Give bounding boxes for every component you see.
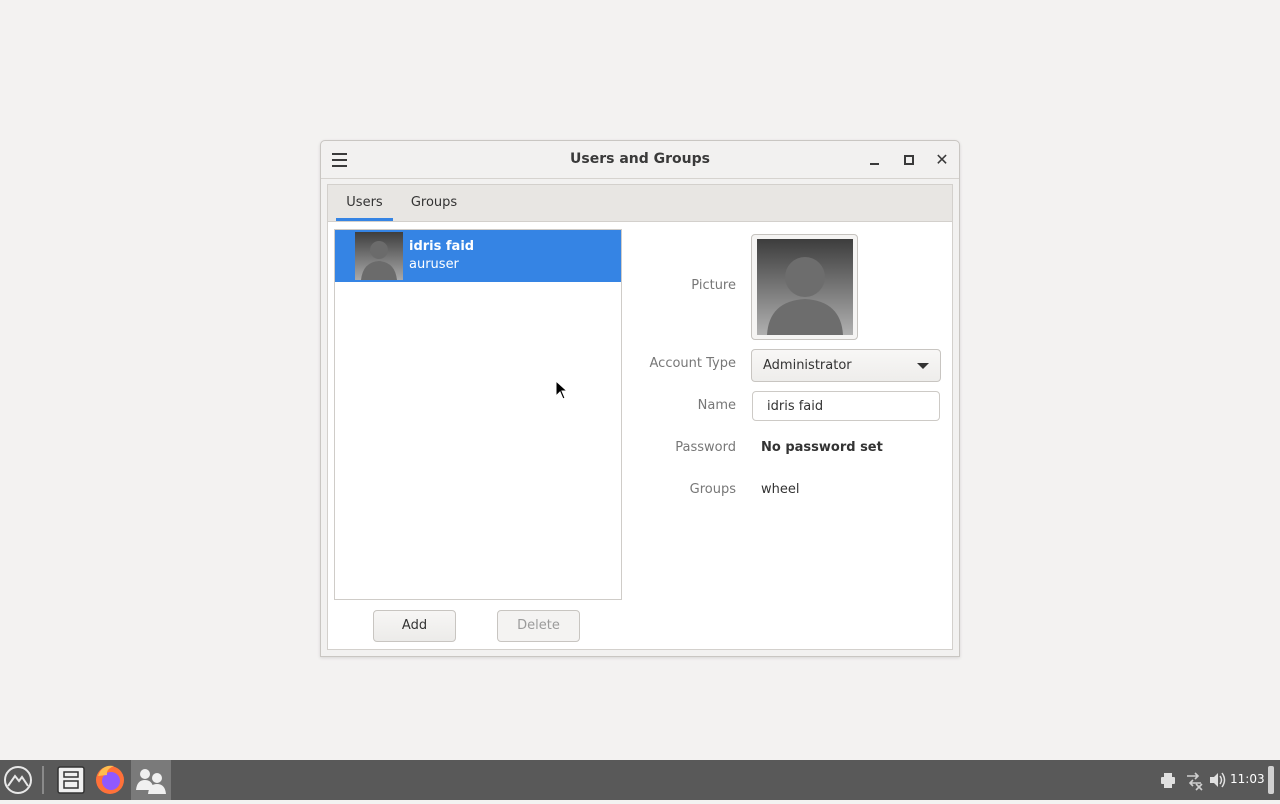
avatar — [355, 232, 403, 280]
printer-icon[interactable] — [1158, 760, 1178, 800]
picture-button[interactable] — [751, 234, 858, 340]
clock[interactable]: 11:03 — [1230, 772, 1265, 786]
picture-label: Picture — [691, 278, 736, 293]
account-type-label: Account Type — [649, 356, 736, 371]
mouse-pointer-icon — [555, 380, 569, 400]
taskbar-separator — [42, 766, 44, 794]
user-full-name: idris faid — [409, 239, 475, 254]
firefox-icon[interactable] — [92, 760, 128, 800]
user-login-name: auruser — [409, 257, 459, 272]
tab-bar: Users Groups — [328, 185, 952, 222]
main-content: Users Groups idris faid auruser Add Dele… — [327, 184, 953, 650]
dropdown-arrow-icon — [917, 363, 929, 369]
close-icon[interactable]: ✕ — [932, 150, 952, 170]
name-label: Name — [697, 398, 736, 413]
password-value[interactable]: No password set — [761, 440, 883, 455]
volume-icon[interactable] — [1207, 760, 1227, 800]
tab-groups[interactable]: Groups — [406, 185, 462, 221]
groups-value[interactable]: wheel — [761, 482, 799, 497]
groups-label: Groups — [689, 482, 736, 497]
files-icon[interactable] — [53, 760, 89, 800]
window-title: Users and Groups — [570, 151, 710, 167]
name-field[interactable] — [752, 391, 940, 421]
account-type-value: Administrator — [763, 358, 852, 373]
start-menu-icon[interactable] — [2, 760, 34, 800]
add-user-button[interactable]: Add — [373, 610, 456, 642]
show-desktop-button[interactable] — [1268, 766, 1274, 794]
maximize-icon[interactable] — [899, 150, 919, 170]
titlebar: Users and Groups ✕ — [321, 141, 959, 179]
network-icon[interactable] — [1184, 760, 1204, 800]
user-list: idris faid auruser — [334, 229, 622, 600]
avatar — [757, 239, 853, 335]
delete-user-button[interactable]: Delete — [497, 610, 580, 642]
password-label: Password — [675, 440, 736, 455]
users-icon[interactable] — [131, 760, 171, 800]
user-list-item[interactable]: idris faid auruser — [335, 230, 621, 282]
tab-users[interactable]: Users — [336, 185, 393, 221]
minimize-icon[interactable] — [865, 150, 885, 170]
account-type-dropdown[interactable]: Administrator — [751, 349, 941, 382]
users-and-groups-window: Users and Groups ✕ Users Groups idris fa… — [320, 140, 960, 657]
taskbar: 11:03 — [0, 760, 1280, 800]
